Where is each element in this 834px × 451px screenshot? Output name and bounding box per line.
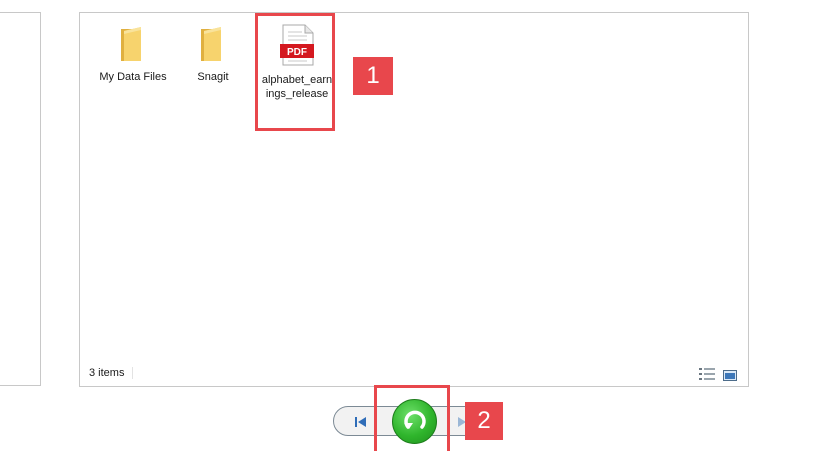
highlight-pdf-file bbox=[255, 13, 335, 131]
file-item-snagit[interactable]: Snagit bbox=[177, 25, 249, 84]
file-name: Snagit bbox=[197, 71, 229, 83]
folder-icon bbox=[121, 27, 141, 61]
details-view-icon[interactable] bbox=[699, 367, 715, 385]
status-item-count: 3 items bbox=[89, 367, 134, 379]
previous-icon[interactable] bbox=[347, 413, 373, 431]
file-item-my-data-files[interactable]: My Data Files bbox=[97, 25, 169, 84]
navigation-pane bbox=[0, 12, 41, 386]
step-badge-2: 2 bbox=[465, 402, 503, 440]
large-icons-view-icon[interactable] bbox=[723, 368, 737, 386]
folder-icon bbox=[201, 27, 221, 61]
step-badge-1: 1 bbox=[353, 57, 393, 95]
highlight-replay-button bbox=[374, 385, 450, 451]
file-list-pane: My Data Files Snagit PDF alphabet_earnin… bbox=[79, 12, 749, 387]
file-name: My Data Files bbox=[99, 71, 167, 83]
